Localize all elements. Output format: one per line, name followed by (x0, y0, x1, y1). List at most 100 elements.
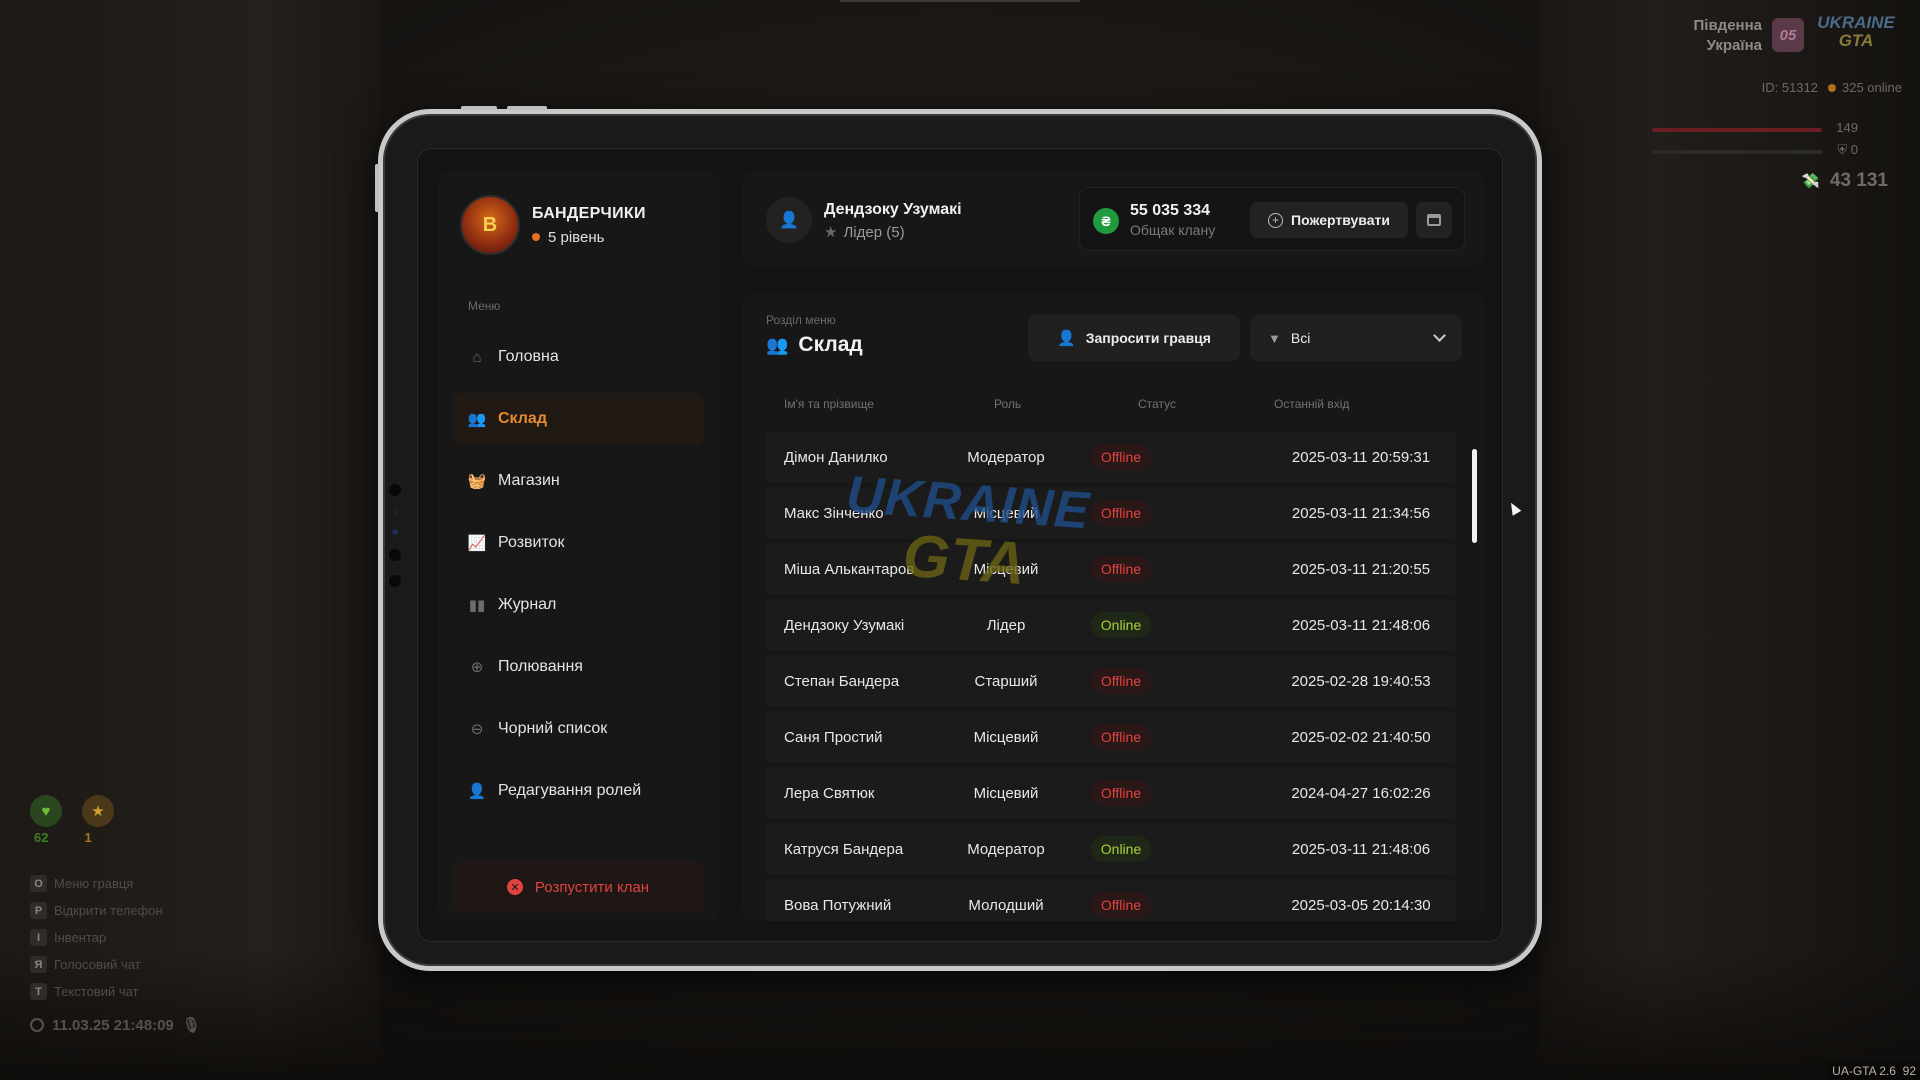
bank-caption: Общак клану (1130, 222, 1216, 238)
armor-value: ⛨ 0 (1837, 142, 1858, 157)
status-badge: Offline (1090, 892, 1152, 918)
tablet-cameras (389, 484, 401, 587)
user-icon: 👤 (779, 212, 799, 229)
member-role: Місцевий (973, 784, 1039, 802)
status-badge: Offline (1090, 780, 1152, 806)
star-icon: ★ (82, 795, 114, 827)
role-filter-dropdown[interactable]: ▼ Всі (1250, 315, 1462, 361)
hud-top-right: Південна Україна 05 UKRAINE GTA ID: 5131… (1642, 13, 1902, 191)
member-status: Online (1066, 599, 1176, 651)
invite-player-button[interactable]: 👤 Запросити гравця (1028, 315, 1240, 361)
avatar: 👤 (766, 197, 812, 243)
top-strip (840, 0, 1080, 2)
status-badge: Offline (1090, 556, 1152, 582)
camera-icon (389, 484, 401, 496)
microphone-icon: 🎙 (181, 1017, 201, 1034)
hryvnia-icon: ₴ (1093, 208, 1119, 234)
sidebar-item-shop[interactable]: 🧺 Магазин (452, 455, 704, 507)
table-row[interactable]: Дімон Данилко Модератор Offline 2025-03-11 … (766, 431, 1456, 483)
sidebar-item-development[interactable]: 📈 Розвиток (452, 517, 704, 569)
table-header: Ім'я та прізвище Роль Статус Останній вх… (766, 397, 1456, 417)
key-hint: P Відкрити телефон (30, 897, 163, 924)
basket-icon: 🧺 (467, 473, 487, 490)
member-last-login: 2025-02-02 21:40:50 (1291, 728, 1431, 746)
member-status: Offline (1066, 487, 1176, 539)
clan-bank: ₴ 55 035 334 Общак клану + Пожертвувати (1079, 187, 1465, 251)
column-header: Ім'я та прізвище (784, 397, 874, 411)
tablet-frame: B БАНДЕРЧИКИ 5 рівень Меню ⌂ Головна 👥 Скл… (375, 106, 1542, 971)
plus-circle-icon: + (1268, 212, 1284, 228)
shield-icon: ⛨ (1837, 142, 1851, 157)
version-label: UA-GTA 2.6 92 (1828, 1062, 1920, 1080)
member-role: Місцевий (973, 560, 1039, 578)
chart-icon: 📈 (467, 535, 487, 552)
user-name: Дендзоку Узумакі (824, 201, 962, 218)
tablet-screen: B БАНДЕРЧИКИ 5 рівень Меню ⌂ Головна 👥 Скл… (417, 148, 1503, 942)
member-last-login: 2025-03-05 20:14:30 (1291, 896, 1431, 914)
member-last-login: 2025-03-11 21:34:56 (1291, 504, 1431, 522)
tablet-button (375, 164, 379, 212)
clan-name: БАНДЕРЧИКИ (532, 204, 646, 222)
filter-icon: ▼ (1268, 330, 1281, 346)
brand-logo: UKRAINE GTA (1817, 13, 1895, 50)
member-status: Offline (1066, 655, 1176, 707)
sidebar-item-journal[interactable]: ▮▮ Журнал (452, 579, 704, 631)
table-scrollbar[interactable] (1472, 449, 1477, 543)
table-row[interactable]: Степан Бандера Старший Offline 2025-02-28 1… (766, 655, 1456, 707)
sensor-icon (392, 510, 398, 515)
user-role: ★ Лідер (5) (824, 224, 905, 241)
sidebar-item-edit-roles[interactable]: 👤 Редагування ролей (452, 765, 704, 817)
sidebar-item-home[interactable]: ⌂ Головна (452, 331, 704, 383)
status-badge: Offline (1090, 668, 1152, 694)
player-id: ID: 51312 325 online (1761, 80, 1902, 95)
tablet-button (461, 106, 497, 110)
sidebar-item-blacklist[interactable]: ⊖ Чорний список (452, 703, 704, 755)
stat-circles: ♥ ★ (30, 795, 114, 827)
table-row[interactable]: Саня Простий Місцевий Offline 2025-02-02 21… (766, 711, 1456, 763)
member-last-login: 2025-03-11 20:59:31 (1291, 448, 1431, 466)
member-status: Offline (1066, 879, 1176, 921)
key-hint: Я Голосовий чат (30, 951, 163, 978)
member-status: Offline (1066, 711, 1176, 763)
member-status: Offline (1066, 767, 1176, 819)
members-icon: 👥 (467, 411, 487, 428)
table-row[interactable]: Макс Зінченко Місцевий Offline 2025-03-11 2… (766, 487, 1456, 539)
member-role: Молодший (968, 896, 1044, 914)
sensor-icon (392, 529, 398, 535)
menu-caption: Меню (468, 299, 501, 313)
status-badge: Online (1090, 836, 1152, 862)
clock: 11.03.25 21:48:09 🎙 (30, 1016, 201, 1034)
section-caption: Розділ меню (766, 313, 836, 327)
armor-bar (1652, 150, 1822, 154)
members-table: Дімон Данилко Модератор Offline 2025-03-11 … (766, 431, 1456, 921)
table-row[interactable]: Вова Потужний Молодший Offline 2025-03-05 2… (766, 879, 1456, 921)
cash-icon: 💸 (1801, 173, 1820, 190)
member-last-login: 2025-02-28 19:40:53 (1291, 672, 1431, 690)
sidebar: B БАНДЕРЧИКИ 5 рівень Меню ⌂ Головна 👥 Скл… (438, 171, 720, 921)
table-row[interactable]: Міша Алькантаров Місцевий Offline 2025-03-1… (766, 543, 1456, 595)
storage-button[interactable] (1416, 202, 1452, 238)
donate-button[interactable]: + Пожертвувати (1250, 202, 1408, 238)
server-number-badge: 05 (1772, 18, 1804, 52)
member-last-login: 2024-04-27 16:02:26 (1291, 784, 1431, 802)
health-value: 149 (1836, 120, 1858, 135)
column-header: Роль (994, 397, 1022, 411)
block-icon: ⊖ (470, 721, 484, 738)
disband-clan-button[interactable]: ✕ Розпустити клан (452, 861, 704, 913)
money-display: 💸 43 131 (1801, 170, 1888, 191)
clan-header: B БАНДЕРЧИКИ 5 рівень (460, 195, 646, 255)
key-hint: T Текстовий чат (30, 978, 163, 1005)
members-panel: Розділ меню 👥 Склад 👤 Запросити гравця ▼ Вс… (742, 293, 1484, 921)
sidebar-item-members[interactable]: 👥 Склад (452, 393, 704, 445)
table-row[interactable]: Лера Святюк Місцевий Offline 2024-04-27 16:… (766, 767, 1456, 819)
member-last-login: 2025-03-11 21:48:06 (1291, 840, 1431, 858)
user-add-icon: 👤 (1057, 330, 1076, 347)
table-row[interactable]: Катруся Бандера Модератор Online 2025-03-11… (766, 823, 1456, 875)
sidebar-item-hunting[interactable]: ⊕ Полювання (452, 641, 704, 693)
member-last-login: 2025-03-11 21:20:55 (1291, 560, 1431, 578)
camera-icon (389, 575, 401, 587)
table-row[interactable]: Дендзоку Узумакі Лідер Online 2025-03-11 21… (766, 599, 1456, 651)
member-role: Місцевий (973, 728, 1039, 746)
member-status: Offline (1066, 543, 1176, 595)
member-status: Online (1066, 823, 1176, 875)
